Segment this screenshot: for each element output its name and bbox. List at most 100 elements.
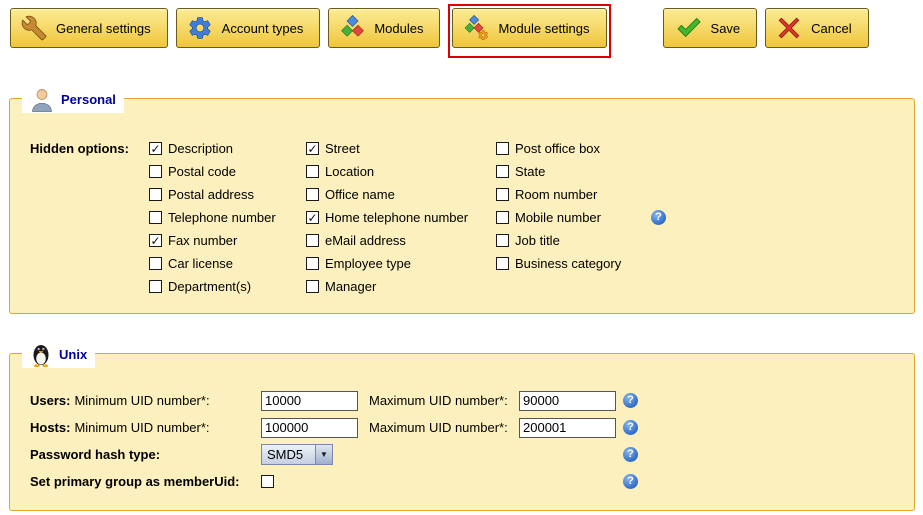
hidden-option-state[interactable]: State — [496, 160, 666, 183]
checkbox-unchecked[interactable] — [496, 188, 509, 201]
hidden-option-postal-address[interactable]: Postal address — [149, 183, 306, 206]
hidden-option-employee-type[interactable]: Employee type — [306, 252, 496, 275]
hidden-options-row: Hidden options: ✓ Description Postal code P… — [30, 137, 894, 298]
unix-users-row: Users: Minimum UID number*: Maximum UID … — [30, 387, 894, 414]
module-settings-button[interactable]: Module settings — [452, 8, 606, 48]
cancel-button[interactable]: Cancel — [765, 8, 868, 48]
hidden-option-telephone-number[interactable]: Telephone number — [149, 206, 306, 229]
checkbox-label: Postal address — [168, 187, 254, 202]
member-uid-row: Set primary group as memberUid: ? — [30, 468, 894, 495]
checkbox-label: Manager — [325, 279, 376, 294]
checkbox-label: Location — [325, 164, 374, 179]
checkbox-unchecked[interactable] — [149, 280, 162, 293]
users-min-uid-input[interactable] — [261, 391, 358, 411]
help-icon[interactable]: ? — [651, 210, 666, 225]
modules-button[interactable]: Modules — [328, 8, 440, 48]
hosts-max-uid-input[interactable] — [519, 418, 616, 438]
unix-hosts-row: Hosts: Minimum UID number*: Maximum UID … — [30, 414, 894, 441]
wrench-icon — [21, 15, 47, 41]
checkbox-unchecked[interactable] — [149, 165, 162, 178]
checkbox-label: Office name — [325, 187, 395, 202]
checkbox-checked[interactable]: ✓ — [149, 234, 162, 247]
hidden-option-department-s-[interactable]: Department(s) — [149, 275, 306, 298]
checkbox-label: Description — [168, 141, 233, 156]
users-max-label: Maximum UID number*: — [369, 393, 519, 408]
general-settings-button[interactable]: General settings — [10, 8, 168, 48]
password-hash-select[interactable]: SMD5 ▼ — [261, 444, 333, 465]
account-types-button[interactable]: Account types — [176, 8, 321, 48]
member-uid-label: Set primary group as memberUid: — [30, 474, 261, 489]
toolbar: General settings Account types Modules — [0, 0, 923, 58]
checkbox-unchecked[interactable] — [496, 211, 509, 224]
hidden-option-home-telephone-number[interactable]: ✓Home telephone number — [306, 206, 496, 229]
users-row-label: Users: Minimum UID number*: — [30, 393, 261, 408]
unix-legend: Unix — [22, 340, 95, 368]
checkbox-checked[interactable]: ✓ — [149, 142, 162, 155]
cross-icon — [776, 15, 802, 41]
button-label: Modules — [374, 21, 423, 36]
checkbox-label: State — [515, 164, 545, 179]
dropdown-arrow-icon[interactable]: ▼ — [315, 445, 332, 464]
hidden-option-business-category[interactable]: Business category — [496, 252, 666, 275]
hidden-option-location[interactable]: Location — [306, 160, 496, 183]
users-max-uid-input[interactable] — [519, 391, 616, 411]
checkbox-unchecked[interactable] — [496, 257, 509, 270]
checkbox-unchecked[interactable] — [496, 165, 509, 178]
hosts-label: Hosts: — [30, 420, 70, 435]
checkbox-unchecked[interactable] — [149, 257, 162, 270]
checkbox-unchecked[interactable] — [306, 188, 319, 201]
checkbox-label: Job title — [515, 233, 560, 248]
checkbox-label: Employee type — [325, 256, 411, 271]
checkbox-unchecked[interactable] — [306, 234, 319, 247]
checkbox-unchecked[interactable] — [306, 257, 319, 270]
hidden-option-fax-number[interactable]: ✓Fax number — [149, 229, 306, 252]
help-icon[interactable]: ? — [623, 420, 638, 435]
hidden-option-post-office-box[interactable]: Post office box — [496, 137, 666, 160]
hidden-options-grid: ✓ Description Postal code Postal address Tel… — [149, 137, 666, 298]
checkbox-label: eMail address — [325, 233, 406, 248]
hidden-option-office-name[interactable]: Office name — [306, 183, 496, 206]
hidden-option-room-number[interactable]: Room number — [496, 183, 666, 206]
help-icon[interactable]: ? — [623, 474, 638, 489]
hidden-option-mobile-number[interactable]: Mobile number? — [496, 206, 666, 229]
checkbox-unchecked[interactable] — [306, 165, 319, 178]
check-icon — [674, 15, 702, 41]
checkbox-checked[interactable]: ✓ — [306, 211, 319, 224]
cubes-icon — [339, 15, 365, 41]
hidden-options-label: Hidden options: — [30, 137, 149, 298]
users-label: Users: — [30, 393, 70, 408]
hidden-option-street[interactable]: ✓Street — [306, 137, 496, 160]
checkbox-checked[interactable]: ✓ — [306, 142, 319, 155]
save-button[interactable]: Save — [663, 8, 758, 48]
users-min-label: Minimum UID number*: — [74, 393, 209, 408]
hidden-option-postal-code[interactable]: Postal code — [149, 160, 306, 183]
hidden-option-email-address[interactable]: eMail address — [306, 229, 496, 252]
button-label: Module settings — [498, 21, 589, 36]
personal-section: Personal Hidden options: ✓DescriptionPos… — [9, 98, 915, 314]
checkbox-unchecked[interactable] — [149, 188, 162, 201]
hosts-min-uid-input[interactable] — [261, 418, 358, 438]
help-icon[interactable]: ? — [623, 447, 638, 462]
hosts-row-label: Hosts: Minimum UID number*: — [30, 420, 261, 435]
checkbox-label: Postal code — [168, 164, 236, 179]
hosts-min-label: Minimum UID number*: — [74, 420, 209, 435]
selected-hash-value: SMD5 — [262, 447, 303, 462]
checkbox-label: Department(s) — [168, 279, 251, 294]
checkbox-label: Business category — [515, 256, 621, 271]
hidden-option-job-title[interactable]: Job title — [496, 229, 666, 252]
hidden-option-manager[interactable]: Manager — [306, 275, 496, 298]
checkbox-unchecked[interactable] — [496, 234, 509, 247]
checkbox-unchecked[interactable] — [306, 280, 319, 293]
selected-tab-highlight: Module settings — [448, 4, 610, 58]
member-uid-checkbox[interactable] — [261, 475, 274, 488]
cubes-gear-icon — [463, 15, 489, 41]
help-icon[interactable]: ? — [623, 393, 638, 408]
hidden-option-description[interactable]: ✓ Description — [149, 137, 306, 160]
button-label: Account types — [222, 21, 304, 36]
hidden-option-car-license[interactable]: Car license — [149, 252, 306, 275]
hidden-options-column: ✓ Description Postal code Postal address Tel… — [149, 137, 306, 298]
checkbox-unchecked[interactable] — [149, 211, 162, 224]
password-hash-label: Password hash type: — [30, 447, 261, 462]
checkbox-unchecked[interactable] — [496, 142, 509, 155]
checkbox-label: Mobile number — [515, 210, 601, 225]
